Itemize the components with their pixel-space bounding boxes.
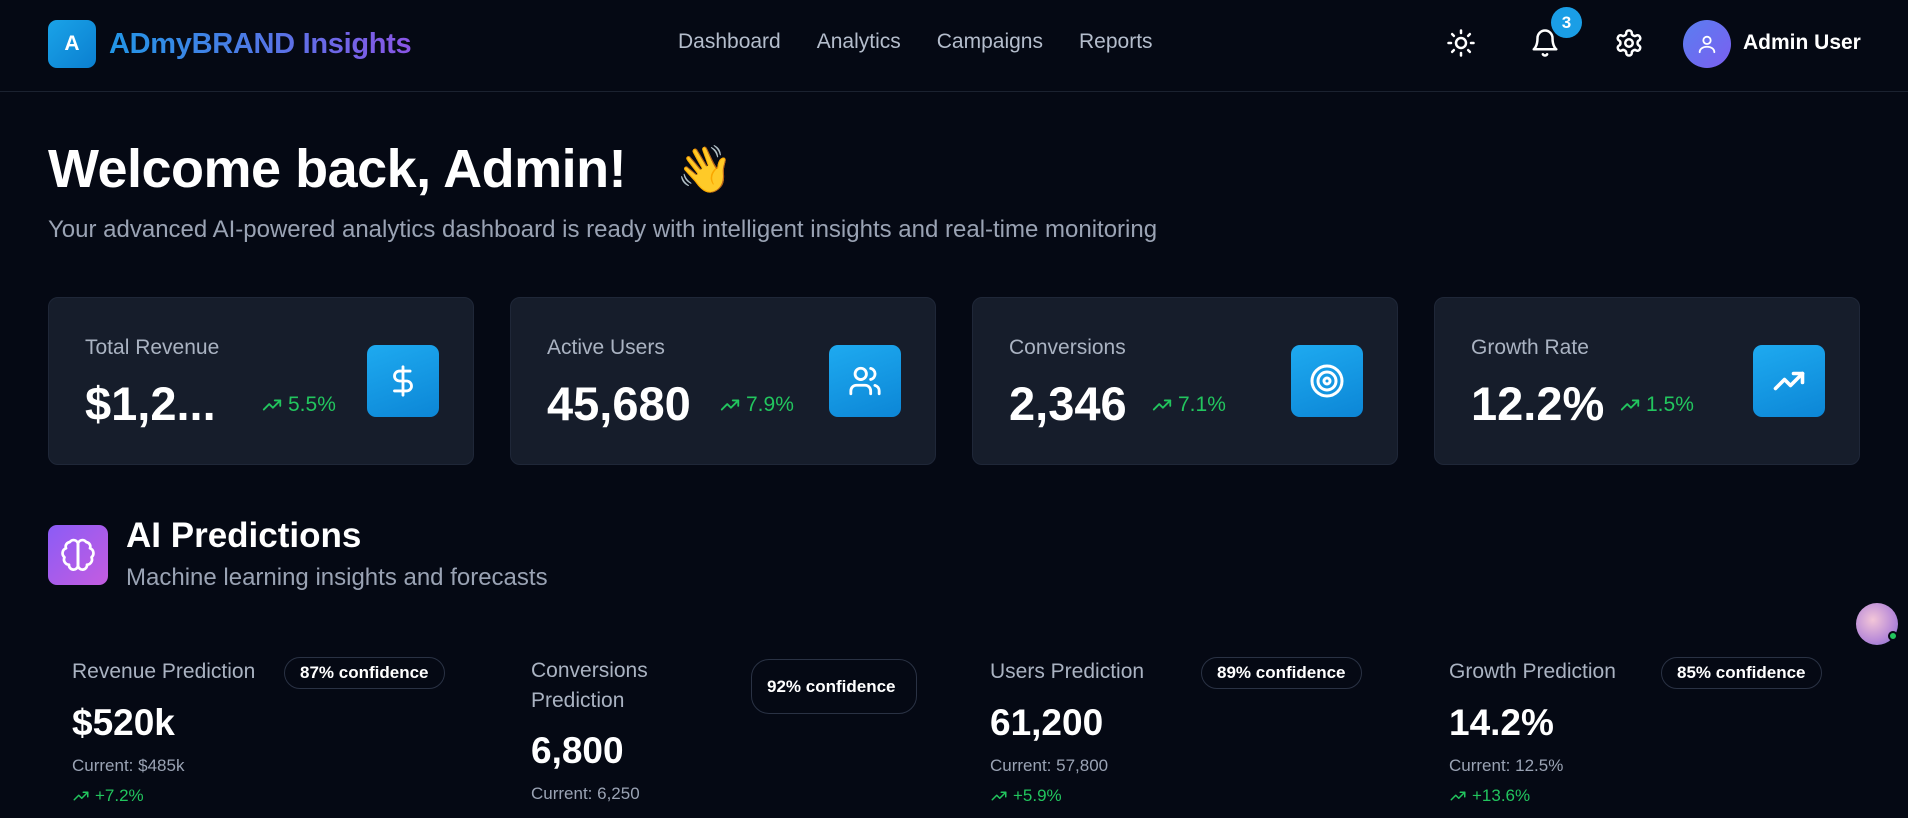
prediction-change: +5.9%: [990, 786, 1062, 806]
dollar-icon: [367, 345, 439, 417]
trending-up-icon: [1620, 399, 1640, 411]
top-navigation-bar: A ADmyBRAND Insights Dashboard Analytics…: [0, 0, 1908, 92]
stat-trend: 7.1%: [1151, 393, 1226, 417]
prediction-current: Current: $485k: [72, 756, 185, 775]
stat-trend-value: 1.5%: [1646, 393, 1694, 416]
stat-label: Conversions: [1009, 336, 1126, 359]
gear-icon[interactable]: [1612, 26, 1646, 60]
notification-badge: 3: [1551, 7, 1582, 38]
prediction-current: Current: 12.5%: [1449, 756, 1564, 775]
trending-up-icon: [1753, 345, 1825, 417]
stat-value: $1,2...: [85, 377, 216, 430]
brand-name[interactable]: ADmyBRAND Insights: [109, 28, 412, 61]
nav-campaigns[interactable]: Campaigns: [937, 30, 1043, 54]
online-status-dot: [1888, 631, 1898, 641]
trending-up-icon: [73, 791, 89, 801]
page-subtitle: Your advanced AI-powered analytics dashb…: [48, 216, 1158, 243]
sun-icon[interactable]: [1444, 26, 1478, 60]
section-subtitle: Machine learning insights and forecasts: [126, 564, 548, 591]
confidence-badge: 89% confidence: [1201, 657, 1362, 689]
stat-value: 45,680: [547, 377, 691, 430]
stat-label: Total Revenue: [85, 336, 220, 359]
trending-up-icon: [991, 791, 1007, 801]
confidence-badge: 92% confidence: [751, 659, 917, 714]
prediction-label: Growth Prediction: [1449, 660, 1616, 683]
user-icon: [1698, 35, 1716, 54]
nav-dashboard[interactable]: Dashboard: [678, 30, 781, 54]
prediction-value: 6,800: [531, 730, 624, 771]
prediction-change: +7.2%: [72, 786, 144, 806]
prediction-change-value: +7.2%: [95, 786, 144, 805]
stat-trend: 5.5%: [261, 393, 336, 417]
waving-hand-icon: 👋: [676, 143, 734, 195]
stat-trend-value: 5.5%: [288, 393, 336, 416]
prediction-current: Current: 6,250: [531, 784, 640, 803]
users-icon: [829, 345, 901, 417]
stat-card-revenue[interactable]: Total Revenue $1,2... 5.5%: [48, 297, 474, 465]
stat-value: 2,346: [1009, 377, 1127, 430]
stat-trend: 1.5%: [1619, 393, 1694, 417]
page-title: Welcome back, Admin!: [48, 139, 627, 199]
prediction-change: +13.6%: [1449, 786, 1530, 806]
brand-logo[interactable]: A: [48, 20, 96, 68]
nav-analytics[interactable]: Analytics: [817, 30, 901, 54]
prediction-label: Revenue Prediction: [72, 660, 256, 683]
user-name[interactable]: Admin User: [1743, 31, 1861, 55]
prediction-current: Current: 57,800: [990, 756, 1109, 775]
prediction-value: 61,200: [990, 702, 1104, 743]
prediction-change-value: +13.6%: [1472, 786, 1531, 805]
prediction-label: Users Prediction: [990, 660, 1145, 683]
brand[interactable]: A ADmyBRAND Insights: [48, 20, 412, 68]
section-title: AI Predictions: [126, 516, 362, 555]
stat-value: 12.2%: [1471, 377, 1605, 430]
prediction-label: Conversions Prediction: [531, 659, 648, 712]
main-nav: Dashboard Analytics Campaigns Reports: [678, 30, 1189, 54]
trending-up-icon: [262, 399, 282, 411]
prediction-value: $520k: [72, 702, 175, 743]
stat-label: Active Users: [547, 336, 665, 359]
stat-trend-value: 7.9%: [746, 393, 794, 416]
prediction-change-value: +5.9%: [1013, 786, 1062, 805]
target-icon: [1291, 345, 1363, 417]
confidence-badge: 85% confidence: [1661, 657, 1822, 689]
trending-up-icon: [720, 399, 740, 411]
nav-reports[interactable]: Reports: [1079, 30, 1153, 54]
stat-trend-value: 7.1%: [1178, 393, 1226, 416]
stat-label: Growth Rate: [1471, 336, 1589, 359]
stat-trend: 7.9%: [719, 393, 794, 417]
trending-up-icon: [1152, 399, 1172, 411]
trending-up-icon: [1450, 791, 1466, 801]
prediction-value: 14.2%: [1449, 702, 1554, 743]
brain-icon: [48, 525, 108, 585]
stat-card-growth[interactable]: Growth Rate 12.2% 1.5%: [1434, 297, 1860, 465]
confidence-badge: 87% confidence: [284, 657, 445, 689]
stat-card-conversions[interactable]: Conversions 2,346 7.1%: [972, 297, 1398, 465]
avatar[interactable]: [1683, 20, 1731, 68]
stat-card-users[interactable]: Active Users 45,680 7.9%: [510, 297, 936, 465]
